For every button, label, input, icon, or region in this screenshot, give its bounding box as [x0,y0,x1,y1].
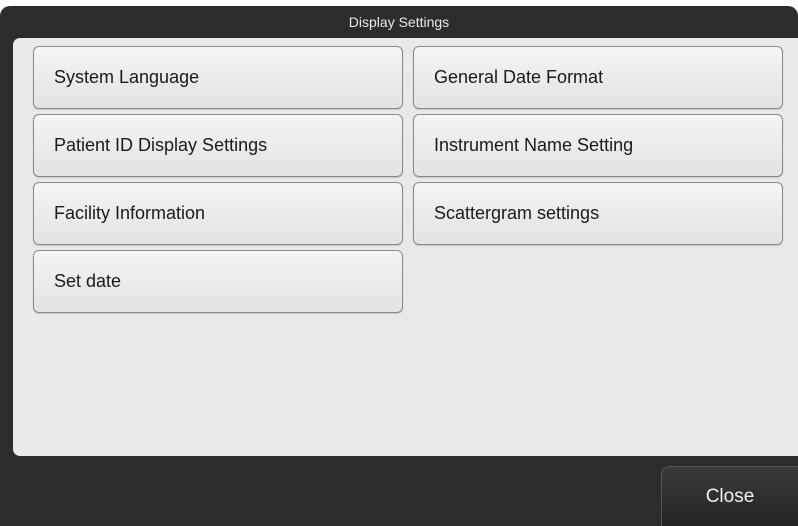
system-language-button[interactable]: System Language [33,46,403,109]
scattergram-settings-label: Scattergram settings [434,203,600,223]
patient-id-display-settings-label: Patient ID Display Settings [54,135,268,155]
facility-information-label: Facility Information [54,203,206,223]
set-date-button[interactable]: Set date [33,250,403,313]
set-date-label: Set date [54,271,122,291]
instrument-name-setting-label: Instrument Name Setting [434,135,634,155]
close-button-label: Close [705,486,755,507]
scattergram-settings-button[interactable]: Scattergram settings [413,182,783,245]
general-date-format-button[interactable]: General Date Format [413,46,783,109]
instrument-name-setting-button[interactable]: Instrument Name Setting [413,114,783,177]
facility-information-button[interactable]: Facility Information [33,182,403,245]
general-date-format-label: General Date Format [434,67,604,87]
dialog-title: Display Settings [348,14,450,30]
settings-menu-panel: System Language General Date Format Pati… [13,38,798,456]
display-settings-dialog: Display Settings System Language General… [0,6,798,526]
close-button[interactable]: Close [661,466,798,526]
system-language-label: System Language [54,67,200,87]
dialog-footer: Close [0,456,798,526]
patient-id-display-settings-button[interactable]: Patient ID Display Settings [33,114,403,177]
